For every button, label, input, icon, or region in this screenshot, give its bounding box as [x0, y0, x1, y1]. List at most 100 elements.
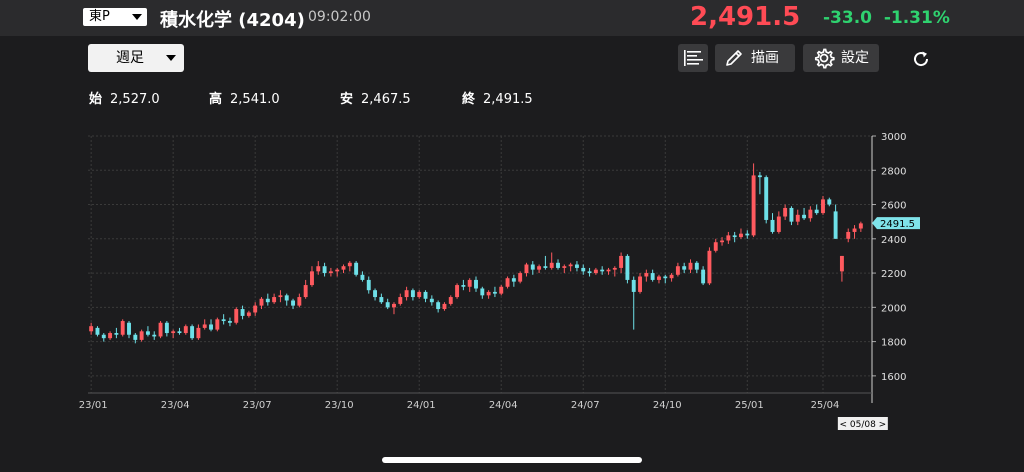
candle-body — [183, 326, 188, 334]
pencil-icon — [726, 50, 742, 66]
quote-time: 09:02:00 — [308, 9, 371, 25]
market-select[interactable]: 東P — [83, 8, 147, 26]
candle-body — [669, 274, 674, 279]
candle-body — [221, 319, 226, 322]
candle-body — [852, 228, 857, 232]
bar-list-icon — [684, 50, 703, 66]
candle-body — [373, 290, 378, 298]
candle-body — [417, 291, 422, 298]
cursor-date-label: < 05/08 > — [839, 420, 886, 430]
candle-body — [398, 297, 403, 304]
candle-body — [518, 273, 523, 282]
candle-body — [177, 331, 182, 334]
candle-body — [467, 279, 472, 287]
y-tick-label: 2800 — [881, 166, 906, 177]
candle-body — [127, 322, 131, 335]
candle-body — [720, 240, 725, 243]
close-value: 終 2,491.5 — [462, 88, 533, 107]
candle-body — [530, 264, 535, 270]
candle-body — [139, 331, 144, 340]
candle-body — [638, 276, 642, 292]
candle-body — [499, 286, 504, 294]
y-tick-label: 1600 — [881, 372, 906, 383]
candle-body — [612, 267, 617, 270]
open-label: 始 — [89, 92, 103, 107]
close-number: 2,491.5 — [483, 92, 533, 107]
candle-body — [574, 264, 579, 268]
period-select[interactable]: 週足 — [88, 44, 184, 72]
candle-body — [745, 233, 750, 236]
stock-name: 積水化学 (4204) — [160, 10, 305, 31]
candle-body — [240, 309, 245, 316]
candle-body — [505, 278, 510, 287]
candle-body — [423, 291, 428, 299]
close-label: 終 — [462, 92, 476, 107]
y-tick-label: 2600 — [881, 201, 906, 212]
candle-body — [341, 266, 346, 270]
candle-body — [600, 269, 605, 272]
candle-body — [556, 262, 560, 268]
candle-body — [360, 274, 365, 280]
candle-body — [392, 303, 396, 308]
home-indicator — [382, 457, 642, 463]
candle-body — [694, 262, 699, 270]
candle-body — [858, 223, 863, 229]
change-percent: -1.31% — [883, 8, 950, 28]
candle-body — [644, 273, 649, 277]
candle-body — [568, 264, 573, 267]
candlestick-chart[interactable]: 1600 1800 2000 2200 2400 2600 2800 3000 23/01 23/… — [0, 130, 1024, 435]
candle-body — [833, 211, 838, 239]
candle-body — [234, 309, 239, 323]
candle-body — [581, 267, 586, 272]
candle-body — [562, 266, 567, 268]
market-label: 東P — [89, 9, 110, 24]
indicator-button[interactable] — [678, 44, 708, 72]
y-tick-label: 1800 — [881, 338, 906, 349]
candle-body — [524, 264, 529, 274]
candle-body — [682, 266, 687, 270]
candle-body — [789, 207, 794, 222]
last-price-label: 2491.5 — [880, 219, 915, 230]
draw-button[interactable]: 描画 — [715, 44, 795, 72]
candle-body — [385, 302, 390, 308]
draw-label: 描画 — [751, 50, 779, 66]
candle-body — [688, 262, 693, 270]
candle-body — [650, 273, 655, 280]
candle-body — [606, 269, 611, 272]
candle-body — [732, 235, 737, 238]
candle-body — [619, 255, 624, 268]
candle-body — [158, 322, 163, 337]
candle-body — [486, 291, 491, 296]
open-value: 始 2,527.0 — [89, 88, 160, 107]
candle-body — [120, 321, 125, 335]
candle-body — [543, 266, 548, 268]
refresh-icon[interactable] — [910, 48, 932, 70]
candle-body — [442, 303, 447, 310]
candle-body — [726, 235, 731, 241]
candle-body — [795, 214, 800, 222]
candle-body — [259, 298, 264, 306]
candle-body — [751, 175, 756, 236]
candle-body — [335, 269, 340, 272]
candle-body — [114, 333, 119, 335]
candle-body — [164, 322, 169, 334]
candle-body — [316, 266, 321, 272]
candle-body — [448, 297, 453, 304]
candle-body — [108, 333, 113, 339]
candle-body — [713, 242, 718, 251]
candle-body — [839, 255, 844, 272]
candle-body — [209, 324, 213, 330]
settings-button[interactable]: 設定 — [803, 44, 879, 72]
x-tick-label: 24/01 — [407, 400, 436, 411]
x-tick-label: 25/04 — [811, 400, 840, 411]
y-tick-label: 3000 — [881, 132, 906, 143]
candle-body — [354, 262, 359, 275]
candle-body — [265, 298, 270, 303]
candle-body — [303, 285, 308, 298]
candle-body — [404, 290, 409, 298]
open-number: 2,527.0 — [110, 92, 160, 107]
candle-body — [776, 216, 781, 232]
candle-body — [328, 271, 333, 274]
candle-body — [145, 331, 150, 335]
candle-body — [492, 291, 497, 294]
